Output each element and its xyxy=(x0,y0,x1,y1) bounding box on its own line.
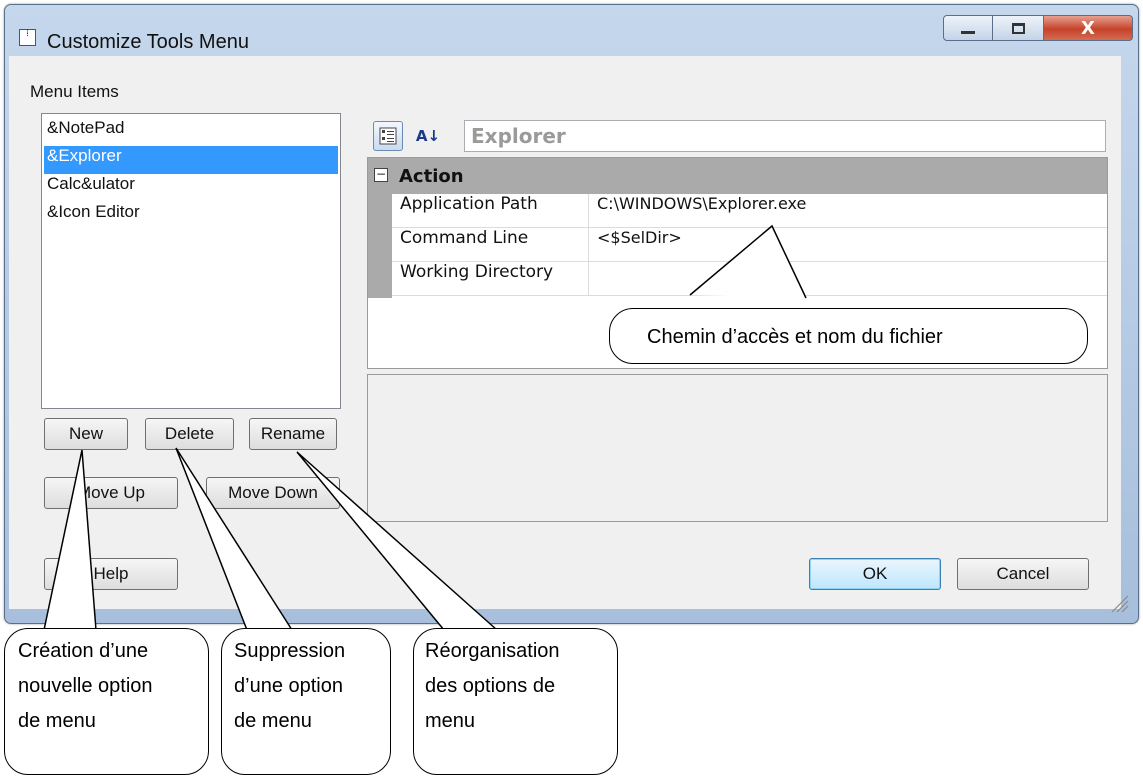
list-item[interactable]: Calc&ulator xyxy=(44,174,338,202)
move-up-button[interactable]: Move Up xyxy=(44,477,178,509)
category-header-action[interactable]: − Action xyxy=(368,158,1107,194)
property-value[interactable]: C:\WINDOWS\Explorer.exe xyxy=(597,194,806,227)
window-title: Customize Tools Menu xyxy=(47,31,249,53)
property-row-command-line[interactable]: Command Line <$SelDir> xyxy=(392,228,1107,262)
delete-button[interactable]: Delete xyxy=(145,418,234,450)
property-name: Application Path xyxy=(392,194,589,227)
property-row-working-directory[interactable]: Working Directory xyxy=(392,262,1107,296)
callout-text: Chemin d’accès et nom du fichier xyxy=(647,326,943,348)
callout-application-path: Chemin d’accès et nom du fichier xyxy=(609,308,1088,364)
callout-text: Suppression d’une option de menu xyxy=(234,640,346,732)
move-down-button[interactable]: Move Down xyxy=(206,477,340,509)
callout-new: Création d’une nouvelle option de menu xyxy=(4,628,209,775)
help-button[interactable]: Help xyxy=(44,558,178,590)
minimize-icon xyxy=(961,30,975,34)
rename-button[interactable]: Rename xyxy=(249,418,337,450)
minimize-button[interactable] xyxy=(943,15,993,41)
list-item[interactable]: &NotePad xyxy=(44,118,338,146)
property-row-application-path[interactable]: Application Path C:\WINDOWS\Explorer.exe xyxy=(392,194,1107,228)
property-description-panel xyxy=(367,374,1108,522)
selected-item-name-field: Explorer xyxy=(464,120,1106,152)
maximize-icon xyxy=(1011,22,1025,34)
maximize-button[interactable] xyxy=(992,15,1044,41)
property-name: Working Directory xyxy=(392,262,589,295)
categorized-icon-glyph xyxy=(379,127,397,145)
property-value[interactable]: <$SelDir> xyxy=(597,228,682,261)
categorized-icon[interactable] xyxy=(373,121,403,151)
app-icon-glyph: ⁞ xyxy=(26,29,29,39)
close-icon: X xyxy=(1081,17,1095,39)
ok-button[interactable]: OK xyxy=(809,558,941,590)
collapse-icon[interactable]: − xyxy=(374,168,388,182)
category-label: Action xyxy=(399,166,464,187)
title-bar[interactable]: ⁞ Customize Tools Menu X xyxy=(5,5,1138,61)
cancel-button[interactable]: Cancel xyxy=(957,558,1089,590)
callout-text: Création d’une nouvelle option de menu xyxy=(18,640,153,732)
sort-az-icon[interactable]: A↓ xyxy=(413,121,443,151)
new-button[interactable]: New xyxy=(44,418,128,450)
callout-text: Réorganisation des options de menu xyxy=(425,640,560,732)
callout-rename: Réorganisation des options de menu xyxy=(413,628,618,775)
menu-items-list[interactable]: &NotePad &Explorer Calc&ulator &Icon Edi… xyxy=(41,113,341,409)
close-button[interactable]: X xyxy=(1043,15,1133,41)
app-icon: ⁞ xyxy=(19,29,36,46)
menu-items-label: Menu Items xyxy=(30,82,119,101)
list-item[interactable]: &Icon Editor xyxy=(44,202,338,230)
list-item-selected[interactable]: &Explorer xyxy=(44,146,338,174)
property-name: Command Line xyxy=(392,228,589,261)
property-grid-margin xyxy=(368,194,392,298)
callout-delete: Suppression d’une option de menu xyxy=(221,628,391,775)
